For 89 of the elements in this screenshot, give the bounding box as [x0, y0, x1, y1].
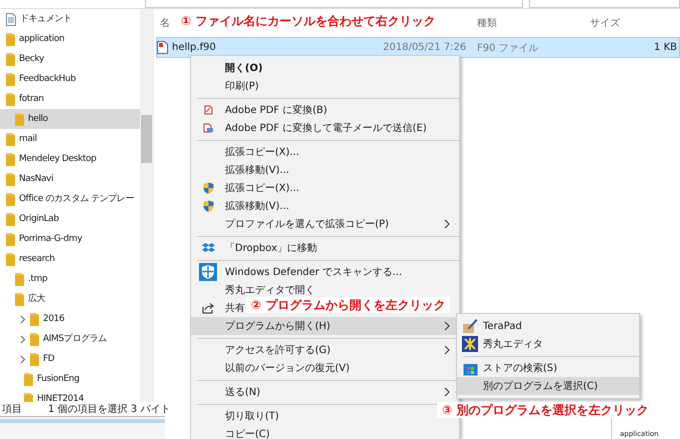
nav-item[interactable]: Office のカスタム テンプレー	[0, 189, 140, 209]
nav-item[interactable]: hello	[0, 109, 140, 129]
folder-icon	[6, 92, 15, 106]
pdf-mail-icon	[203, 123, 213, 133]
menu-item[interactable]: 印刷(P)	[191, 77, 259, 95]
menu-item[interactable]: 「Dropbox」に移動	[191, 239, 318, 257]
menu-item[interactable]: 別のプログラムを選択(C)	[457, 377, 639, 395]
folder-icon	[30, 332, 39, 346]
chevron-icon[interactable]	[20, 334, 26, 344]
menu-item[interactable]: 開く(O)	[191, 59, 263, 77]
menu-item[interactable]: 秀丸エディタで開く	[191, 281, 315, 299]
nav-item[interactable]: 広大	[0, 289, 140, 309]
shield-icon	[202, 200, 214, 212]
file-name: hellp.f90	[172, 42, 217, 53]
nav-item[interactable]: Becky	[0, 49, 140, 69]
folder-icon	[6, 132, 15, 146]
search-field[interactable]	[529, 0, 680, 8]
nav-item[interactable]: FD	[0, 349, 140, 369]
nav-item[interactable]: mail	[0, 129, 140, 149]
nav-item[interactable]: .tmp	[0, 269, 140, 289]
nav-item[interactable]: FusionEng	[0, 369, 140, 389]
menu-item[interactable]: 拡張移動(V)...	[191, 161, 290, 179]
folder-icon	[6, 172, 15, 186]
file-icon	[157, 41, 168, 54]
folder-icon	[6, 32, 15, 46]
folder-icon	[6, 192, 15, 206]
menu-item[interactable]: 拡張コピー(X)...	[191, 179, 300, 197]
nav-item[interactable]: NasNavi	[0, 169, 140, 189]
folder-icon	[6, 152, 15, 166]
nav-item[interactable]: Porrima-G-dmy	[0, 229, 140, 249]
folder-icon	[15, 292, 24, 306]
folder-icon	[6, 52, 15, 66]
nav-item[interactable]: FeedbackHub	[0, 69, 140, 89]
pen-icon	[462, 318, 478, 334]
menu-item[interactable]: ストアの検索(S)	[457, 359, 558, 377]
document-icon	[6, 12, 16, 26]
menu-item[interactable]: 拡張コピー(X)...	[191, 143, 300, 161]
nav-item[interactable]: Mendeley Desktop	[0, 149, 140, 169]
folder-icon	[30, 312, 39, 326]
column-header[interactable]: 種類	[477, 16, 497, 30]
menu-item[interactable]: 秀丸エディタ	[457, 335, 543, 353]
menu-item[interactable]: 切り取り(T)	[191, 407, 279, 425]
menu-item[interactable]: Adobe PDF に変換(B)	[191, 101, 328, 119]
editor-icon	[462, 336, 478, 352]
annotation-text: ② プログラムから開くを左クリック	[246, 297, 450, 313]
nav-item[interactable]: OriginLab	[0, 209, 140, 229]
file-type: F90 ファイル	[477, 42, 539, 54]
chevron-icon[interactable]	[20, 314, 26, 324]
menu-item[interactable]: 拡張移動(V)...	[191, 197, 290, 215]
column-header[interactable]: 名	[160, 16, 170, 30]
share-icon	[202, 302, 214, 314]
folder-icon	[6, 232, 15, 246]
folder-icon	[15, 272, 24, 286]
nav-item[interactable]: application	[0, 29, 140, 49]
nav-item[interactable]: fotran	[0, 89, 140, 109]
folder-icon	[24, 392, 33, 402]
menu-item[interactable]: Windows Defender でスキャンする...	[191, 263, 402, 281]
menu-item[interactable]: コピー(C)	[191, 425, 270, 439]
scrollbar[interactable]	[140, 9, 153, 402]
nav-item[interactable]: research	[0, 249, 140, 269]
selection-info: 1 個の項目を選択 3 バイト	[48, 403, 170, 416]
folder-icon	[6, 212, 15, 226]
nav-item[interactable]: HINET2014	[0, 389, 140, 402]
folder-icon	[24, 372, 33, 386]
nav-item[interactable]: AIMSプログラム	[0, 329, 140, 349]
menu-item[interactable]: プログラムから開く(H)	[191, 317, 459, 335]
file-row[interactable]: hellp.f90 2018/05/21 7:26 F90 ファイル 1 KB	[156, 37, 680, 58]
menu-item[interactable]: プロファイルを選んで拡張コピー(P)	[191, 215, 389, 233]
menu-item[interactable]: 共有	[191, 299, 245, 317]
menu-item[interactable]: Adobe PDF に変換して電子メールで送信(E)	[191, 119, 427, 137]
menu-item[interactable]: 送る(N)	[191, 383, 260, 401]
shield-icon	[199, 263, 217, 281]
item-count: 項目	[2, 403, 22, 416]
chevron-icon[interactable]	[20, 354, 26, 364]
file-size: 1 KB	[654, 42, 677, 53]
nav-item[interactable]: 2016	[0, 309, 140, 329]
menu-item[interactable]: 以前のバージョンの復元(V)	[191, 359, 350, 377]
folder-icon	[6, 252, 15, 266]
folder-icon	[30, 352, 39, 366]
menu-item[interactable]: TeraPad	[457, 317, 522, 335]
column-header[interactable]: サイズ	[590, 16, 620, 30]
folder-icon	[15, 112, 24, 126]
shield-icon	[202, 182, 214, 194]
dropbox-icon	[202, 242, 214, 254]
file-date: 2018/05/21 7:26	[383, 42, 466, 53]
nav-item[interactable]: ドキュメント	[0, 9, 140, 29]
pdf-icon	[204, 105, 212, 115]
menu-item[interactable]: アクセスを許可する(G)	[191, 341, 331, 359]
folder-icon	[6, 72, 15, 86]
